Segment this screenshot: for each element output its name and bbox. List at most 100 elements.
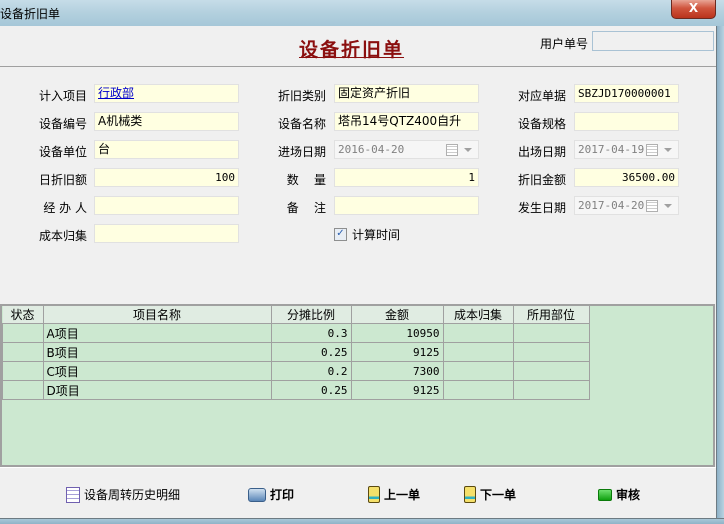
- next-button[interactable]: 下一单: [464, 486, 516, 503]
- calendar-icon[interactable]: [446, 144, 458, 156]
- exit-date-value: 2017-04-19: [578, 143, 645, 156]
- user-no-label: 用户单号: [540, 37, 589, 51]
- history-detail-label: 设备周转历史明细: [84, 488, 181, 502]
- cell-project-name[interactable]: C项目: [42, 361, 272, 381]
- occur-date-value: 2017-04-20: [578, 199, 645, 212]
- cell-status[interactable]: [2, 323, 44, 343]
- table-row[interactable]: D项目 0.25 9125: [2, 380, 590, 400]
- depr-amount-field[interactable]: 36500.00: [574, 168, 679, 187]
- table-row[interactable]: A项目 0.3 10950: [2, 323, 590, 343]
- entry-date-picker[interactable]: 2016-04-20: [334, 140, 479, 159]
- cell-ratio[interactable]: 0.3: [270, 323, 352, 343]
- depr-type-field[interactable]: 固定资产折旧: [334, 84, 479, 103]
- cell-ratio[interactable]: 0.25: [270, 380, 352, 400]
- ref-doc-field[interactable]: SBZJD170000001: [574, 84, 679, 103]
- window-frame-bottom: [0, 518, 724, 524]
- col-amount[interactable]: 金额: [351, 306, 444, 324]
- handler-field[interactable]: [94, 196, 239, 215]
- label-depr-amount: 折旧金额: [517, 173, 566, 187]
- cell-project-name[interactable]: D项目: [42, 380, 272, 400]
- cell-usage-part[interactable]: [512, 342, 590, 362]
- col-status[interactable]: 状态: [2, 306, 44, 324]
- label-equip-unit: 设备单位: [38, 145, 87, 159]
- label-exit-date: 出场日期: [517, 145, 566, 159]
- label-daily-depr: 日折旧额: [38, 173, 87, 187]
- label-entry-date: 进场日期: [277, 145, 326, 159]
- cell-amount[interactable]: 10950: [350, 323, 444, 343]
- calc-time-checkbox[interactable]: ✓: [334, 228, 347, 241]
- cell-usage-part[interactable]: [512, 380, 590, 400]
- exit-date-picker[interactable]: 2017-04-19: [574, 140, 679, 159]
- cell-amount[interactable]: 9125: [350, 380, 444, 400]
- page-title: 设备折旧单: [299, 39, 405, 61]
- label-handler: 经 办 人: [43, 201, 87, 215]
- cell-amount[interactable]: 9125: [350, 342, 444, 362]
- print-button[interactable]: 打印: [248, 486, 294, 503]
- table-icon: [66, 486, 80, 503]
- occur-date-picker[interactable]: 2017-04-20: [574, 196, 679, 215]
- col-usage-part[interactable]: 所用部位: [513, 306, 590, 324]
- cell-cost-center[interactable]: [442, 342, 514, 362]
- equip-name-field[interactable]: 塔吊14号QTZ400自升: [334, 112, 479, 131]
- col-ratio[interactable]: 分摊比例: [271, 306, 352, 324]
- equip-no-field[interactable]: A机械类: [94, 112, 239, 131]
- table-header-row: 状态 项目名称 分摊比例 金额 成本归集 所用部位: [2, 306, 590, 324]
- calc-time-label: 计算时间: [352, 228, 401, 242]
- calendar-icon[interactable]: [646, 144, 658, 156]
- daily-depr-field[interactable]: 100: [94, 168, 239, 187]
- window-frame-right: [717, 26, 724, 523]
- cost-center-field[interactable]: [94, 224, 239, 243]
- footer-toolbar: 设备周转历史明细 打印 上一单 下一单 审核: [0, 467, 716, 519]
- cell-project-name[interactable]: B项目: [42, 342, 272, 362]
- allocation-table: 状态 项目名称 分摊比例 金额 成本归集 所用部位 A项目 0.3 10950: [2, 306, 590, 400]
- cell-ratio[interactable]: 0.2: [270, 361, 352, 381]
- allocation-grid: 状态 项目名称 分摊比例 金额 成本归集 所用部位 A项目 0.3 10950: [0, 304, 715, 467]
- cell-cost-center[interactable]: [442, 323, 514, 343]
- cell-ratio[interactable]: 0.25: [270, 342, 352, 362]
- cell-cost-center[interactable]: [442, 361, 514, 381]
- equip-unit-field[interactable]: 台: [94, 140, 239, 159]
- chevron-down-icon[interactable]: [464, 148, 472, 152]
- label-equip-name: 设备名称: [277, 117, 326, 131]
- prev-button[interactable]: 上一单: [368, 486, 420, 503]
- history-detail-button[interactable]: 设备周转历史明细: [66, 486, 180, 503]
- close-button[interactable]: X: [671, 0, 716, 19]
- equip-spec-field[interactable]: [574, 112, 679, 131]
- prev-label: 上一单: [384, 488, 421, 502]
- label-occur-date: 发生日期: [517, 201, 566, 215]
- table-row[interactable]: C项目 0.2 7300: [2, 361, 590, 381]
- depreciation-form-window: 设备折旧单 用户单号 计入项目 行政部 设备编号 A机械类 设备单位 台 日折旧…: [0, 26, 717, 518]
- label-remark: 备 注: [286, 201, 326, 215]
- cell-usage-part[interactable]: [512, 361, 590, 381]
- calendar-icon[interactable]: [646, 200, 658, 212]
- cell-status[interactable]: [2, 342, 44, 362]
- table-row[interactable]: B项目 0.25 9125: [2, 342, 590, 362]
- printer-icon: [248, 487, 266, 502]
- audit-label: 审核: [616, 488, 641, 502]
- user-no-input[interactable]: [592, 31, 714, 51]
- label-cost-center: 成本归集: [38, 229, 87, 243]
- quantity-field[interactable]: 1: [334, 168, 479, 187]
- audit-button[interactable]: 审核: [598, 486, 640, 503]
- chevron-down-icon[interactable]: [664, 148, 672, 152]
- chevron-down-icon[interactable]: [664, 204, 672, 208]
- cell-status[interactable]: [2, 380, 44, 400]
- next-label: 下一单: [480, 488, 517, 502]
- project-field[interactable]: 行政部: [94, 84, 239, 103]
- cell-usage-part[interactable]: [512, 323, 590, 343]
- col-cost-center[interactable]: 成本归集: [443, 306, 514, 324]
- cell-status[interactable]: [2, 361, 44, 381]
- form-header: 设备折旧单 用户单号: [0, 26, 716, 67]
- remark-field[interactable]: [334, 196, 479, 215]
- label-quantity: 数 量: [286, 173, 326, 187]
- green-status-icon: [598, 488, 612, 501]
- col-project-name[interactable]: 项目名称: [43, 306, 272, 324]
- cell-amount[interactable]: 7300: [350, 361, 444, 381]
- label-depr-type: 折旧类别: [277, 89, 326, 103]
- label-equip-no: 设备编号: [38, 117, 87, 131]
- cell-project-name[interactable]: A项目: [42, 323, 272, 343]
- label-ref-doc: 对应单据: [517, 89, 566, 103]
- title-bar: 设备折旧单 X: [0, 0, 724, 26]
- cell-cost-center[interactable]: [442, 380, 514, 400]
- print-label: 打印: [270, 488, 295, 502]
